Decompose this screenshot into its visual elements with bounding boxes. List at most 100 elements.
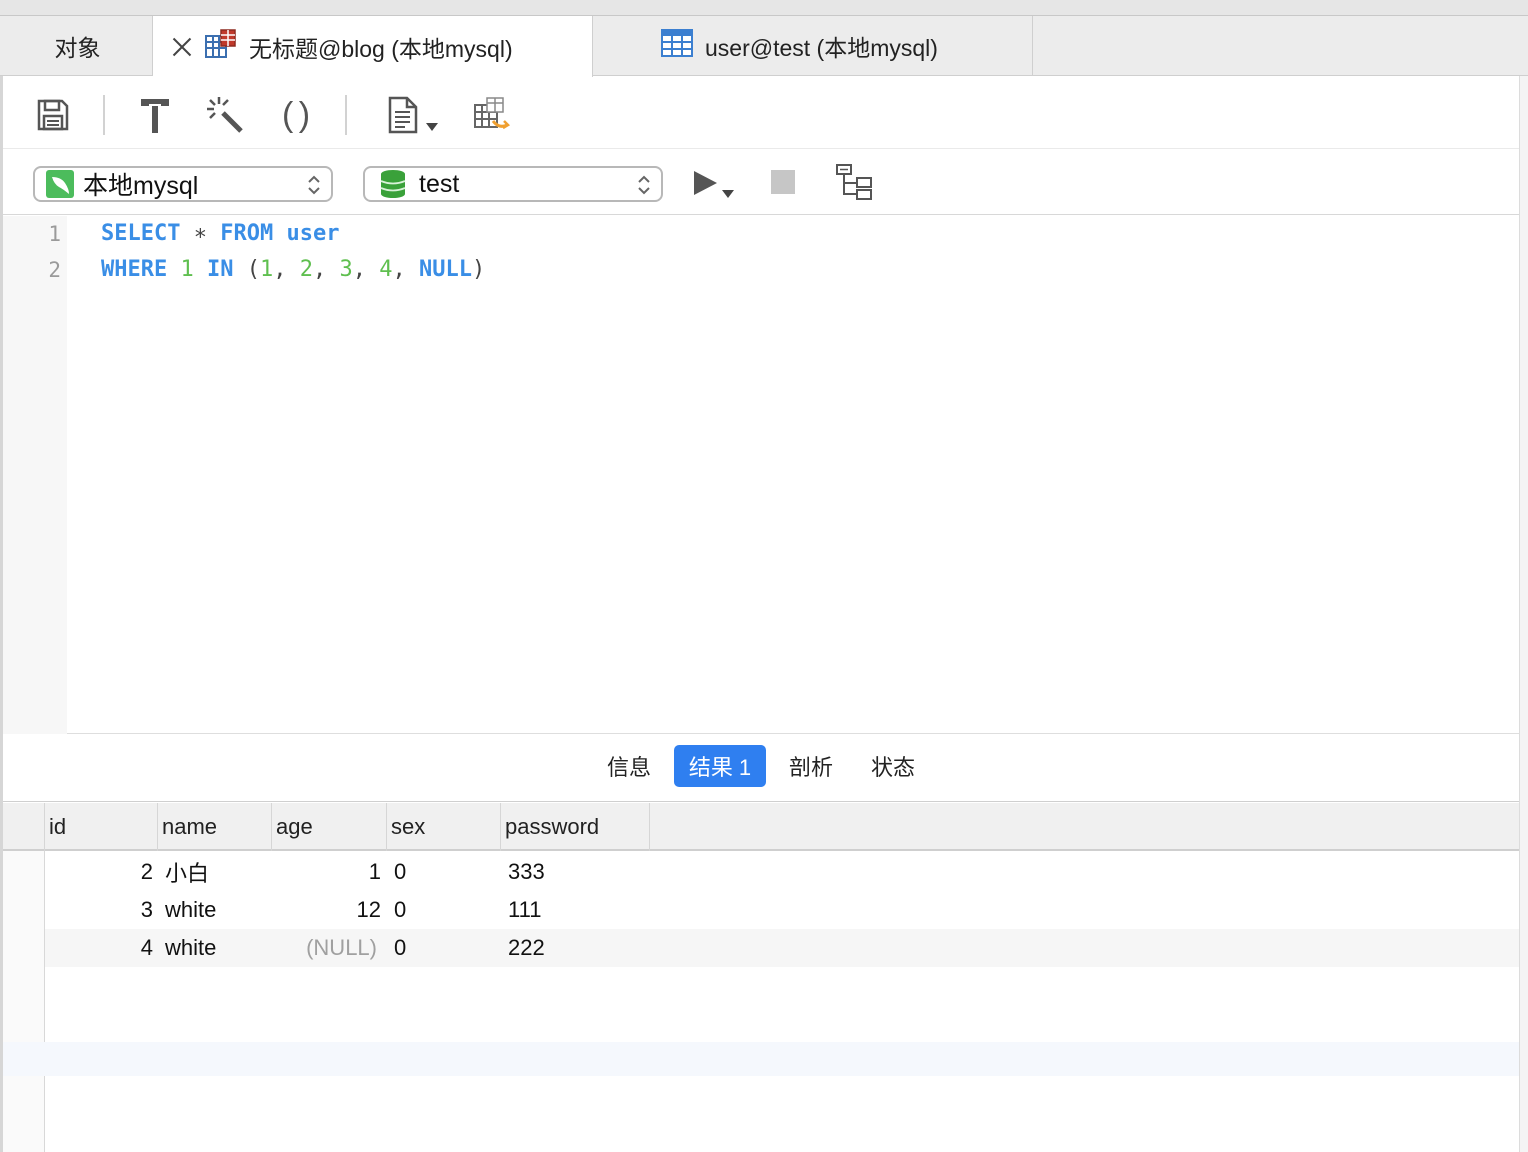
tab-status[interactable]: 状态 [857,745,929,787]
number-literal: 1 [180,257,194,282]
cell-id[interactable]: 4 [45,929,153,967]
tree-diagram-icon [836,164,872,200]
table-icon [661,28,693,64]
explain-button[interactable] [835,162,875,202]
save-button[interactable] [29,91,77,139]
cell-id[interactable]: 3 [45,891,153,929]
updown-chevron-icon [308,175,320,195]
tab-objects-label: 对象 [54,35,101,61]
hammer-icon [141,99,169,133]
tab-result-1[interactable]: 结果 1 [674,745,766,787]
tab-status-label: 状态 [871,755,916,780]
stop-button[interactable] [771,170,795,194]
database-select-value: test [419,169,460,198]
tab-info[interactable]: 信息 [593,745,665,787]
save-icon [37,99,69,131]
keyword-in: IN [206,257,234,282]
column-header-age[interactable]: age [272,803,387,851]
grid-header: id name age sex password [3,803,1519,851]
table-identifier: user [273,221,340,246]
row-header-corner [3,803,45,851]
number-literal: 1 [259,257,274,282]
snippet-button[interactable] [379,91,427,139]
parentheses-icon: ( ) [281,95,310,134]
column-header-label: id [49,814,67,839]
comma: , [273,257,300,282]
database-icon [380,170,406,198]
cell-password[interactable]: 222 [508,929,648,967]
parentheses-button[interactable]: ( ) [271,91,319,139]
column-header-id[interactable]: id [45,803,158,851]
cell-password[interactable]: 333 [508,853,648,891]
close-paren: ) [471,257,486,282]
query-table-icon [205,28,237,65]
column-header-label: sex [391,814,426,839]
cell-name[interactable]: white [165,929,275,967]
mysql-connection-icon [46,170,74,198]
table-row[interactable]: 4 white (NULL) 0 222 [45,929,1519,967]
cell-sex[interactable]: 0 [394,853,494,891]
number-literal: 3 [339,257,353,282]
export-grid-button[interactable] [467,91,515,139]
cell-id[interactable]: 2 [45,853,153,891]
run-button[interactable] [691,168,721,198]
cell-age-null[interactable]: (NULL) [275,929,377,967]
code-line-1: SELECT ∗ FROM user [101,221,339,246]
tab-query-label: 无标题@blog (本地mysql) [249,35,513,62]
connection-select-value: 本地mysql [83,172,199,200]
sql-editor[interactable]: 1 2 SELECT ∗ FROM user WHERE 1 IN (1, 2,… [3,216,1519,734]
cell-age[interactable]: 1 [275,853,381,891]
keyword-null: NULL [418,257,472,282]
table-row[interactable]: 2 小白 1 0 333 [45,853,1519,891]
cell-name[interactable]: 小白 [165,853,275,891]
tab-query-untitled[interactable]: 无标题@blog (本地mysql) [153,16,593,77]
table-row[interactable]: 3 white 12 0 111 [45,891,1519,929]
keyword-select: SELECT [101,221,181,246]
close-icon[interactable] [171,36,193,58]
magic-wand-button[interactable] [201,91,249,139]
column-header-label: name [162,814,218,839]
tab-user-table[interactable]: user@test (本地mysql) [593,16,1033,76]
column-header-label: age [276,814,313,839]
keyword-where: WHERE [101,257,168,282]
tab-profile[interactable]: 剖析 [775,745,847,787]
query-toolbar: ( ) [3,77,1519,149]
chevron-down-icon[interactable] [722,190,734,198]
vertical-scrollbar[interactable] [1519,16,1528,1152]
connection-select[interactable]: 本地mysql [33,166,333,202]
beautify-sql-button[interactable] [131,91,179,139]
result-grid: id name age sex password 2 小白 1 0 333 3 … [3,803,1519,1152]
cell-password[interactable]: 111 [508,891,648,929]
connection-selector-row: 本地mysql test [3,150,1519,215]
column-header-password[interactable]: password [501,803,650,851]
number-literal: 4 [379,257,393,282]
comma: , [392,257,419,282]
document-icon [388,96,418,134]
tab-objects[interactable]: 对象 [3,16,153,76]
code-line-2: WHERE 1 IN (1, 2, 3, 4, NULL) [101,257,485,282]
cell-age[interactable]: 12 [275,891,381,929]
database-select[interactable]: test [363,166,663,202]
column-header-name[interactable]: name [158,803,272,851]
toolbar-separator [103,95,105,135]
number-literal: 2 [299,257,313,282]
menu-bar-remnant [0,0,1528,16]
comma: , [312,257,340,282]
tab-info-label: 信息 [607,755,652,780]
tab-result-1-label: 结果 1 [688,755,752,780]
toolbar-separator [345,95,347,135]
line-number: 2 [48,258,61,282]
open-paren: ( [233,257,260,282]
chevron-down-icon[interactable] [426,123,438,131]
cell-sex[interactable]: 0 [394,929,494,967]
updown-chevron-icon [638,175,650,195]
row-gutter [3,851,45,1152]
tab-user-label: user@test (本地mysql) [705,35,938,61]
cell-sex[interactable]: 0 [394,891,494,929]
line-number: 1 [48,222,61,246]
cell-name[interactable]: white [165,891,275,929]
result-tabs: 信息 结果 1 剖析 状态 [3,735,1519,802]
column-header-sex[interactable]: sex [387,803,501,851]
column-header-label: password [505,814,600,839]
